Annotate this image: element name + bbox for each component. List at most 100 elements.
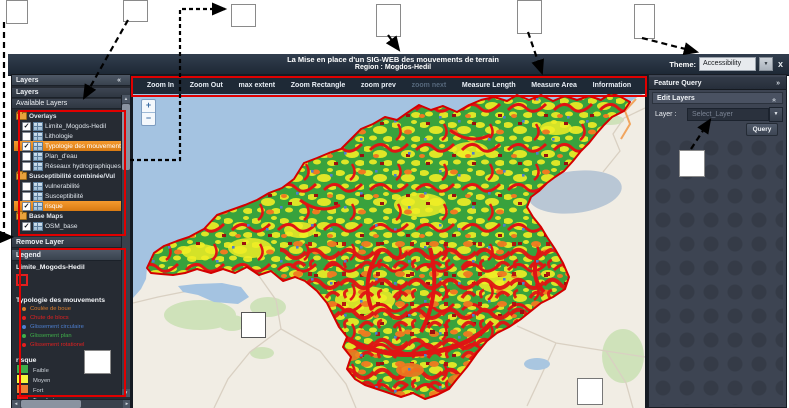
layer-select-input[interactable]: Select_Layer (687, 108, 769, 121)
legend-typologie-item: Glissement plan (22, 331, 124, 340)
layer-icon (33, 142, 43, 151)
legend-point-symbol (22, 325, 26, 329)
zoom-out-button[interactable]: − (142, 113, 155, 125)
scrollbar-thumb[interactable] (122, 104, 130, 170)
remove-layer-button[interactable]: Remove Layer (12, 237, 131, 248)
folder-icon (16, 212, 27, 220)
checkbox-checked[interactable]: ✓ (22, 222, 31, 231)
checkbox-unchecked[interactable] (22, 182, 31, 191)
layer-select-row: Layer : Select_Layer ▼ (652, 107, 783, 121)
scroll-up-icon[interactable]: ▲ (122, 95, 130, 103)
layers-panel-title: Layers (16, 77, 39, 84)
toolbar-button-max-extent[interactable]: max extent (239, 82, 276, 89)
tree-item-base-maps[interactable]: Base Maps (14, 211, 128, 221)
tree-item-label: Overlays (29, 113, 56, 120)
tree-item-overlays[interactable]: Overlays (14, 111, 128, 121)
toolbar-button-zoom-rectangle[interactable]: Zoom Rectangle (291, 82, 345, 89)
legend-color-swatch (16, 374, 29, 384)
feature-query-body (652, 137, 783, 405)
checkbox-checked[interactable]: ✓ (22, 142, 31, 151)
scrollbar-thumb[interactable] (21, 400, 81, 408)
tree-item-label: Plan_d'eau (45, 153, 77, 160)
screenshot-root: La Mise en place d'un SIG-WEB des mouvem… (0, 0, 789, 408)
layer-icon (33, 152, 43, 161)
feature-query-header[interactable]: Feature Query » (649, 77, 786, 90)
layer-icon (33, 122, 43, 131)
tree-item-susceptibilit-[interactable]: Susceptibilité (14, 191, 134, 201)
toolbar-button-zoom-out[interactable]: Zoom Out (190, 82, 223, 89)
layer-select-arrow-icon[interactable]: ▼ (769, 107, 783, 122)
legend-point-symbol (22, 316, 26, 320)
scroll-down-icon[interactable]: ▼ (122, 389, 130, 397)
expand-panel-icon[interactable]: » (776, 77, 780, 90)
edit-layers-header[interactable]: Edit Layers » (652, 92, 783, 104)
legend-color-swatch (16, 384, 29, 394)
theme-dropdown-arrow-icon[interactable]: ▼ (759, 57, 773, 71)
layers-panel-horizontal-scrollbar[interactable]: ◄ ► (12, 399, 131, 408)
tree-item-label: Limite_Mogods-Hedil (45, 123, 106, 130)
tree-item-r-seaux-hydrographiques[interactable]: Réseaux hydrographiques (14, 161, 134, 171)
theme-select[interactable]: Accessibility (699, 57, 756, 71)
zoom-in-button[interactable]: + (142, 100, 155, 113)
arrow-to-title (388, 35, 399, 50)
tree-item-susceptibilit-combin-e-vul[interactable]: Susceptibilité combinée/Vul (14, 171, 128, 181)
layer-icon (33, 192, 43, 201)
scroll-left-icon[interactable]: ◄ (12, 400, 20, 408)
legend-risque-item: Fort (16, 384, 124, 394)
legend-typologie-label: Glissement rotationel (30, 342, 84, 348)
legend-color-swatch (16, 364, 29, 374)
tree-item-typologie-des-mouvements[interactable]: ✓Typologie des mouvements (14, 141, 134, 151)
legend-typologie-item: Chute de blocs (22, 313, 124, 322)
toolbar-button-information[interactable]: Information (593, 82, 632, 89)
collapse-section-icon[interactable]: » (769, 98, 781, 102)
map-viewport[interactable] (133, 94, 645, 408)
folder-icon (16, 112, 27, 120)
legend-header[interactable]: Legend (12, 250, 131, 261)
toolbar-button-measure-length[interactable]: Measure Length (462, 82, 516, 89)
legend-typologie-label: Glissement plan (30, 333, 72, 339)
tree-item-risque[interactable]: ✓risque (14, 201, 134, 211)
layers-accordion-header[interactable]: Layers (12, 88, 131, 98)
tree-item-lithologie[interactable]: Lithologie (14, 131, 134, 141)
collapse-panel-icon[interactable]: « (117, 75, 121, 86)
legend-typologie-title: Typologie des mouvements (16, 297, 124, 304)
annotation-callout-box-map (577, 378, 603, 405)
layers-panel-header[interactable]: Layers « (12, 75, 131, 86)
toolbar-button-zoom-prev[interactable]: zoom prev (361, 82, 396, 89)
tree-item-plan-d-eau[interactable]: Plan_d'eau (14, 151, 134, 161)
tree-item-limite-mogods-hedil[interactable]: ✓ Limite_Mogods-Hedil (14, 121, 134, 131)
tree-item-label: Susceptibilité combinée/Vul (29, 173, 115, 180)
annotation-callout-box (517, 0, 542, 34)
annotation-callout-box-panel (679, 150, 705, 177)
checkbox-unchecked[interactable] (22, 152, 31, 161)
toolbar-button-zoom-in[interactable]: Zoom In (147, 82, 174, 89)
query-button[interactable]: Query (746, 123, 778, 136)
checkbox-checked[interactable]: ✓ (22, 202, 31, 211)
toolbar-button-zoom-next: zoom next (412, 82, 447, 89)
legend-typologie-item: Glissement rotationel (22, 340, 124, 349)
arrow-to-theme (642, 38, 697, 52)
layer-icon (33, 182, 43, 191)
layer-label: Layer : (652, 111, 687, 118)
checkbox-unchecked[interactable] (22, 162, 31, 171)
legend-typologie-label: Chute de blocs (30, 315, 69, 321)
tree-item-label: Lithologie (45, 133, 73, 140)
legend-typologie-label: Glissement circulaire (30, 324, 84, 330)
available-layers-header[interactable]: Available Layers (12, 99, 131, 109)
legend-point-symbol (22, 334, 26, 338)
layer-icon (33, 202, 43, 211)
tree-item-label: Base Maps (29, 213, 63, 220)
checkbox-unchecked[interactable] (22, 132, 31, 141)
tree-item-osm-base[interactable]: ✓OSM_base (14, 221, 134, 231)
app-title-line2: Region : Mogdos-Hedil (133, 64, 653, 72)
legend-typologie-list: Coulée de boueChute de blocsGlissement c… (16, 304, 124, 349)
checkbox-checked[interactable]: ✓ (22, 122, 31, 131)
toolbar-button-measure-area[interactable]: Measure Area (531, 82, 577, 89)
feature-query-panel: Feature Query » Edit Layers » Layer : Se… (648, 74, 787, 408)
layers-panel-vertical-scrollbar[interactable]: ▲ ▼ (121, 95, 130, 397)
theme-close-icon[interactable]: x (776, 58, 785, 70)
legend-risque-label: Faible (33, 368, 49, 374)
checkbox-unchecked[interactable] (22, 192, 31, 201)
tree-item-vulnerabilit-[interactable]: vulnerabilité (14, 181, 134, 191)
legend-typologie-item: Glissement circulaire (22, 322, 124, 331)
